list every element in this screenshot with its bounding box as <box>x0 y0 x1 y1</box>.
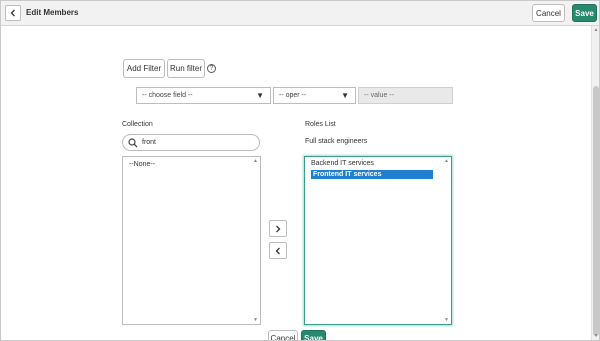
scroll-up-icon[interactable]: ▲ <box>253 158 259 164</box>
edit-members-page: Edit Members Cancel Save ▲ ▼ Add Filter … <box>0 0 600 341</box>
chevron-left-icon <box>275 247 280 254</box>
scroll-down-icon[interactable]: ▼ <box>592 332 599 340</box>
list-item[interactable]: Backend IT services <box>311 160 374 167</box>
footer-cancel-button[interactable]: Cancel <box>268 330 298 340</box>
roles-listbox[interactable]: Backend IT services Frontend IT services… <box>304 156 452 325</box>
add-to-roles-button[interactable] <box>269 220 287 237</box>
footer-save-button[interactable]: Save <box>301 330 326 340</box>
collection-search-value: front <box>142 139 157 146</box>
operator-select[interactable]: -- oper -- ▼ <box>273 87 356 104</box>
choose-field-select[interactable]: -- choose field -- ▼ <box>136 87 271 104</box>
page-title: Edit Members <box>26 8 79 17</box>
collection-label: Collection <box>122 121 153 128</box>
dropdown-caret-icon: ▼ <box>256 91 264 100</box>
scroll-thumb[interactable] <box>593 86 599 336</box>
collection-listbox[interactable]: --None-- ▲ ▼ <box>122 156 261 325</box>
scroll-up-icon[interactable]: ▲ <box>592 26 599 34</box>
chevron-left-icon <box>10 9 15 17</box>
list-item-selected[interactable]: Frontend IT services <box>311 170 433 179</box>
dropdown-caret-icon: ▼ <box>341 91 349 100</box>
back-button[interactable] <box>5 5 21 21</box>
scroll-down-icon[interactable]: ▼ <box>444 317 450 323</box>
header-cancel-button[interactable]: Cancel <box>532 4 565 22</box>
list-item[interactable]: --None-- <box>129 161 155 168</box>
header-save-button[interactable]: Save <box>572 4 597 22</box>
roles-list-label: Roles List <box>305 121 336 128</box>
group-name: Full stack engineers <box>305 138 368 145</box>
scroll-down-icon[interactable]: ▼ <box>253 317 259 323</box>
choose-field-value: -- choose field -- <box>142 92 193 99</box>
page-scrollbar[interactable]: ▲ ▼ <box>591 26 599 340</box>
run-filter-button[interactable]: Run filter <box>167 59 205 78</box>
operator-value: -- oper -- <box>279 92 307 99</box>
chevron-right-icon <box>276 225 281 232</box>
value-input[interactable]: -- value -- <box>358 87 453 104</box>
search-icon <box>128 137 138 147</box>
header-bar: Edit Members Cancel Save <box>1 1 599 26</box>
question-circle-icon[interactable]: ? <box>207 64 216 73</box>
collection-search-input[interactable]: front <box>122 134 260 151</box>
scroll-up-icon[interactable]: ▲ <box>444 158 450 164</box>
remove-from-roles-button[interactable] <box>269 242 287 259</box>
add-filter-button[interactable]: Add Filter <box>123 59 165 78</box>
